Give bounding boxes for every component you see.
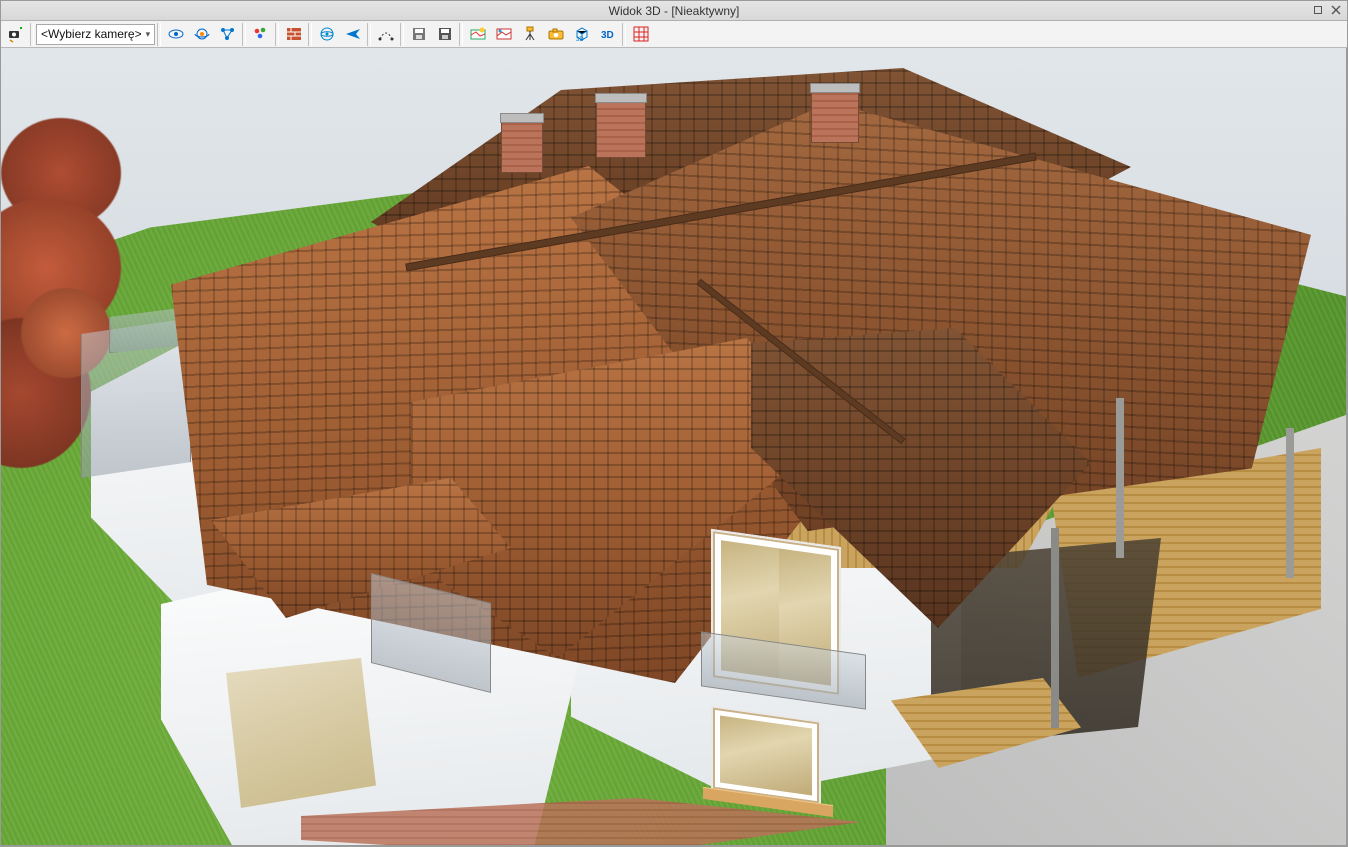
eye-icon: [167, 25, 185, 43]
camera-icon: [547, 25, 565, 43]
airplane-icon: [344, 25, 362, 43]
titlebar: Widok 3D - [Nieaktywny]: [1, 1, 1347, 21]
colors-materials-button[interactable]: [248, 23, 273, 46]
camera-plus-icon: [7, 25, 25, 43]
tripod-button[interactable]: [517, 23, 542, 46]
fly-mode-button[interactable]: [340, 23, 365, 46]
diskette-b-icon: [436, 25, 454, 43]
define-camera-button[interactable]: [3, 23, 28, 46]
brick-icon: [285, 25, 303, 43]
observer-mode-button[interactable]: [163, 23, 188, 46]
close-button[interactable]: [1329, 3, 1343, 17]
map-sun-icon: [469, 25, 487, 43]
toolbar-separator: [157, 23, 161, 46]
export-3d-button[interactable]: 3D: [569, 23, 594, 46]
camera-select[interactable]: <Wybierz kamerę> ▾: [36, 24, 155, 45]
toolbar: <Wybierz kamerę> ▾: [1, 21, 1347, 48]
load-view-button[interactable]: [432, 23, 457, 46]
chimney-2: [596, 98, 646, 158]
shadow-study-button[interactable]: [491, 23, 516, 46]
toolbar-separator: [30, 23, 34, 46]
toolbar-separator: [400, 23, 404, 46]
orbit-mode-button[interactable]: [189, 23, 214, 46]
window-controls: [1311, 3, 1343, 17]
post-2: [1116, 398, 1124, 558]
chimney-1: [501, 118, 543, 173]
toolbar-separator: [367, 23, 371, 46]
path-dots-icon: [377, 25, 395, 43]
post-1: [1051, 528, 1059, 728]
label-3d-button[interactable]: 3D: [595, 23, 620, 46]
app-window: Widok 3D - [Nieaktywny] <Wybierz kamerę>…: [0, 0, 1348, 847]
cube-3d-icon: 3D: [573, 25, 591, 43]
restore-icon: [1313, 5, 1323, 15]
post-3: [1286, 428, 1294, 578]
save-view-button[interactable]: [406, 23, 431, 46]
axis-dots-icon: [219, 25, 237, 43]
palette-icon: [252, 25, 270, 43]
chevron-down-icon: ▾: [146, 29, 151, 40]
close-icon: [1331, 5, 1341, 15]
camera-select-label: <Wybierz kamerę>: [41, 27, 142, 41]
restore-button[interactable]: [1311, 3, 1325, 17]
window-title: Widok 3D - [Nieaktywny]: [609, 4, 740, 18]
text-3d-icon: 3D: [599, 25, 617, 43]
svg-text:3D: 3D: [601, 30, 614, 41]
svg-text:3D: 3D: [576, 37, 584, 43]
toolbar-separator: [459, 23, 463, 46]
map-red-icon: [495, 25, 513, 43]
tripod-icon: [521, 25, 539, 43]
viewport-3d[interactable]: [1, 48, 1347, 846]
plane-circles-icon: [318, 25, 336, 43]
toolbar-separator: [622, 23, 626, 46]
opening-left: [226, 658, 376, 808]
sun-study-button[interactable]: [465, 23, 490, 46]
chimney-3: [811, 88, 859, 143]
camera-snapshot-button[interactable]: [543, 23, 568, 46]
house: [51, 98, 1301, 846]
toolbar-separator: [242, 23, 246, 46]
diskette-a-icon: [410, 25, 428, 43]
toolbar-separator: [275, 23, 279, 46]
toolbar-separator: [308, 23, 312, 46]
grid-red-icon: [632, 25, 650, 43]
walk-path-button[interactable]: [373, 23, 398, 46]
planar-cam-button[interactable]: [314, 23, 339, 46]
orbit-icon: [193, 25, 211, 43]
grid-red-button[interactable]: [628, 23, 653, 46]
axonometric-mode-button[interactable]: [215, 23, 240, 46]
brick-hatch-button[interactable]: [281, 23, 306, 46]
